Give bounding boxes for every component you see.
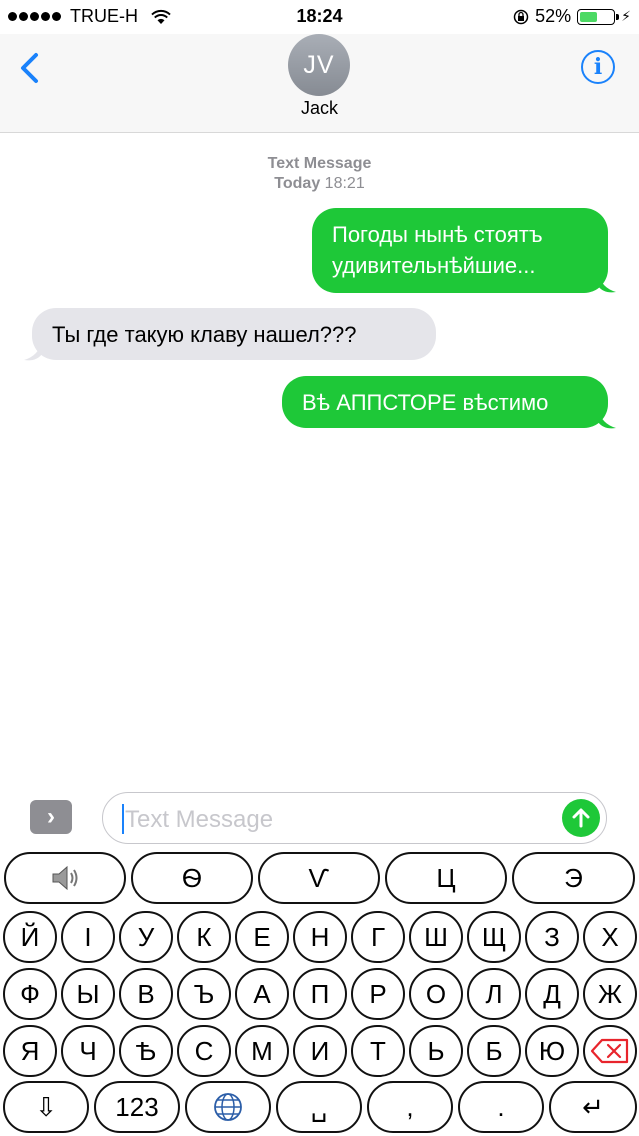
key-letter[interactable]: Ф — [3, 968, 57, 1020]
send-button[interactable] — [562, 799, 600, 837]
key-letter[interactable]: З — [525, 911, 579, 963]
key-letter[interactable]: К — [177, 911, 231, 963]
key-letter[interactable]: Д — [525, 968, 579, 1020]
space-key[interactable]: ␣ — [276, 1081, 362, 1133]
key-e[interactable]: Э — [512, 852, 635, 904]
key-letter[interactable]: Ю — [525, 1025, 579, 1077]
info-button[interactable]: i — [581, 50, 615, 84]
bubble-tail — [24, 342, 42, 361]
key-letter[interactable]: Г — [351, 911, 405, 963]
shift-key[interactable]: ⇩ — [3, 1081, 89, 1133]
message-text-line: удивительнѣйшие... — [332, 253, 536, 278]
numbers-key[interactable]: 123 — [94, 1081, 180, 1133]
key-letter[interactable]: Х — [583, 911, 637, 963]
battery-icon — [577, 8, 620, 25]
delete-icon — [590, 1038, 629, 1064]
message-bubble-outgoing[interactable]: Погоды нынѣ стоятъ удивительнѣйшие... — [312, 208, 608, 293]
key-letter[interactable]: Н — [293, 911, 347, 963]
key-letter[interactable]: Р — [351, 968, 405, 1020]
key-letter[interactable]: Ч — [61, 1025, 115, 1077]
expand-apps-button[interactable]: › — [30, 800, 72, 834]
time-label: 18:21 — [324, 175, 365, 192]
charging-bolt-icon: ⚡ — [621, 8, 631, 24]
message-field[interactable] — [102, 792, 607, 844]
message-text: Ты где такую клаву нашел??? — [52, 322, 357, 347]
key-letter[interactable]: Ы — [61, 968, 115, 1020]
service-label: Text Message — [267, 155, 372, 172]
arrow-up-icon — [572, 808, 590, 828]
key-letter[interactable]: В — [119, 968, 173, 1020]
key-letter[interactable]: Ш — [409, 911, 463, 963]
key-letter[interactable]: И — [293, 1025, 347, 1077]
message-text: Вѣ АППСТОРЕ вѣстимо — [302, 390, 549, 415]
key-letter[interactable]: Ъ — [177, 968, 231, 1020]
key-letter[interactable]: Й — [3, 911, 57, 963]
delete-key[interactable] — [583, 1025, 637, 1077]
message-bubble-outgoing[interactable]: Вѣ АППСТОРЕ вѣстимо — [282, 376, 608, 428]
key-letter[interactable]: Е — [235, 911, 289, 963]
key-letter[interactable]: Я — [3, 1025, 57, 1077]
back-chevron-icon[interactable] — [18, 52, 42, 84]
bubble-tail — [598, 410, 616, 429]
return-key[interactable]: ↵ — [549, 1081, 637, 1133]
key-letter[interactable]: М — [235, 1025, 289, 1077]
orientation-lock-icon — [513, 9, 529, 24]
key-letter[interactable]: Щ — [467, 911, 521, 963]
conversation-header: JV Jack i — [0, 34, 639, 133]
message-bubble-incoming[interactable]: Ты где такую клаву нашел??? — [32, 308, 436, 360]
date-label: Today — [274, 175, 321, 192]
battery-percent: 52% — [535, 6, 572, 26]
key-letter[interactable]: П — [293, 968, 347, 1020]
comma-key[interactable]: , — [367, 1081, 453, 1133]
key-letter[interactable]: І — [61, 911, 115, 963]
status-bar: TRUE-H 18:24 52% ⚡ — [0, 0, 639, 34]
globe-icon — [214, 1093, 242, 1121]
key-letter[interactable]: О — [409, 968, 463, 1020]
key-letter[interactable]: Б — [467, 1025, 521, 1077]
message-text-line: Погоды нынѣ стоятъ — [332, 222, 543, 247]
bubble-tail — [598, 274, 616, 293]
key-letter[interactable]: Ь — [409, 1025, 463, 1077]
key-fita[interactable]: Ѳ — [131, 852, 253, 904]
key-letter[interactable]: С — [177, 1025, 231, 1077]
message-input[interactable] — [123, 803, 557, 837]
contact-name[interactable]: Jack — [0, 98, 639, 119]
key-letter[interactable]: Ж — [583, 968, 637, 1020]
globe-key[interactable] — [185, 1081, 271, 1133]
key-letter[interactable]: Ѣ — [119, 1025, 173, 1077]
key-speaker[interactable] — [4, 852, 126, 904]
key-izhitsa[interactable]: Ѵ — [258, 852, 380, 904]
key-letter[interactable]: А — [235, 968, 289, 1020]
key-letter[interactable]: У — [119, 911, 173, 963]
keyboard: Ѳ Ѵ Ц Э Й І У К Е Н Г Ш Щ З Х Ф Ы В Ъ А … — [0, 848, 639, 1136]
key-letter[interactable]: Т — [351, 1025, 405, 1077]
timestamp: Today 18:21 — [0, 175, 639, 193]
key-ts[interactable]: Ц — [385, 852, 507, 904]
key-letter[interactable]: Л — [467, 968, 521, 1020]
speaker-icon — [52, 865, 78, 891]
contact-avatar[interactable]: JV — [288, 34, 350, 96]
period-key[interactable]: . — [458, 1081, 544, 1133]
